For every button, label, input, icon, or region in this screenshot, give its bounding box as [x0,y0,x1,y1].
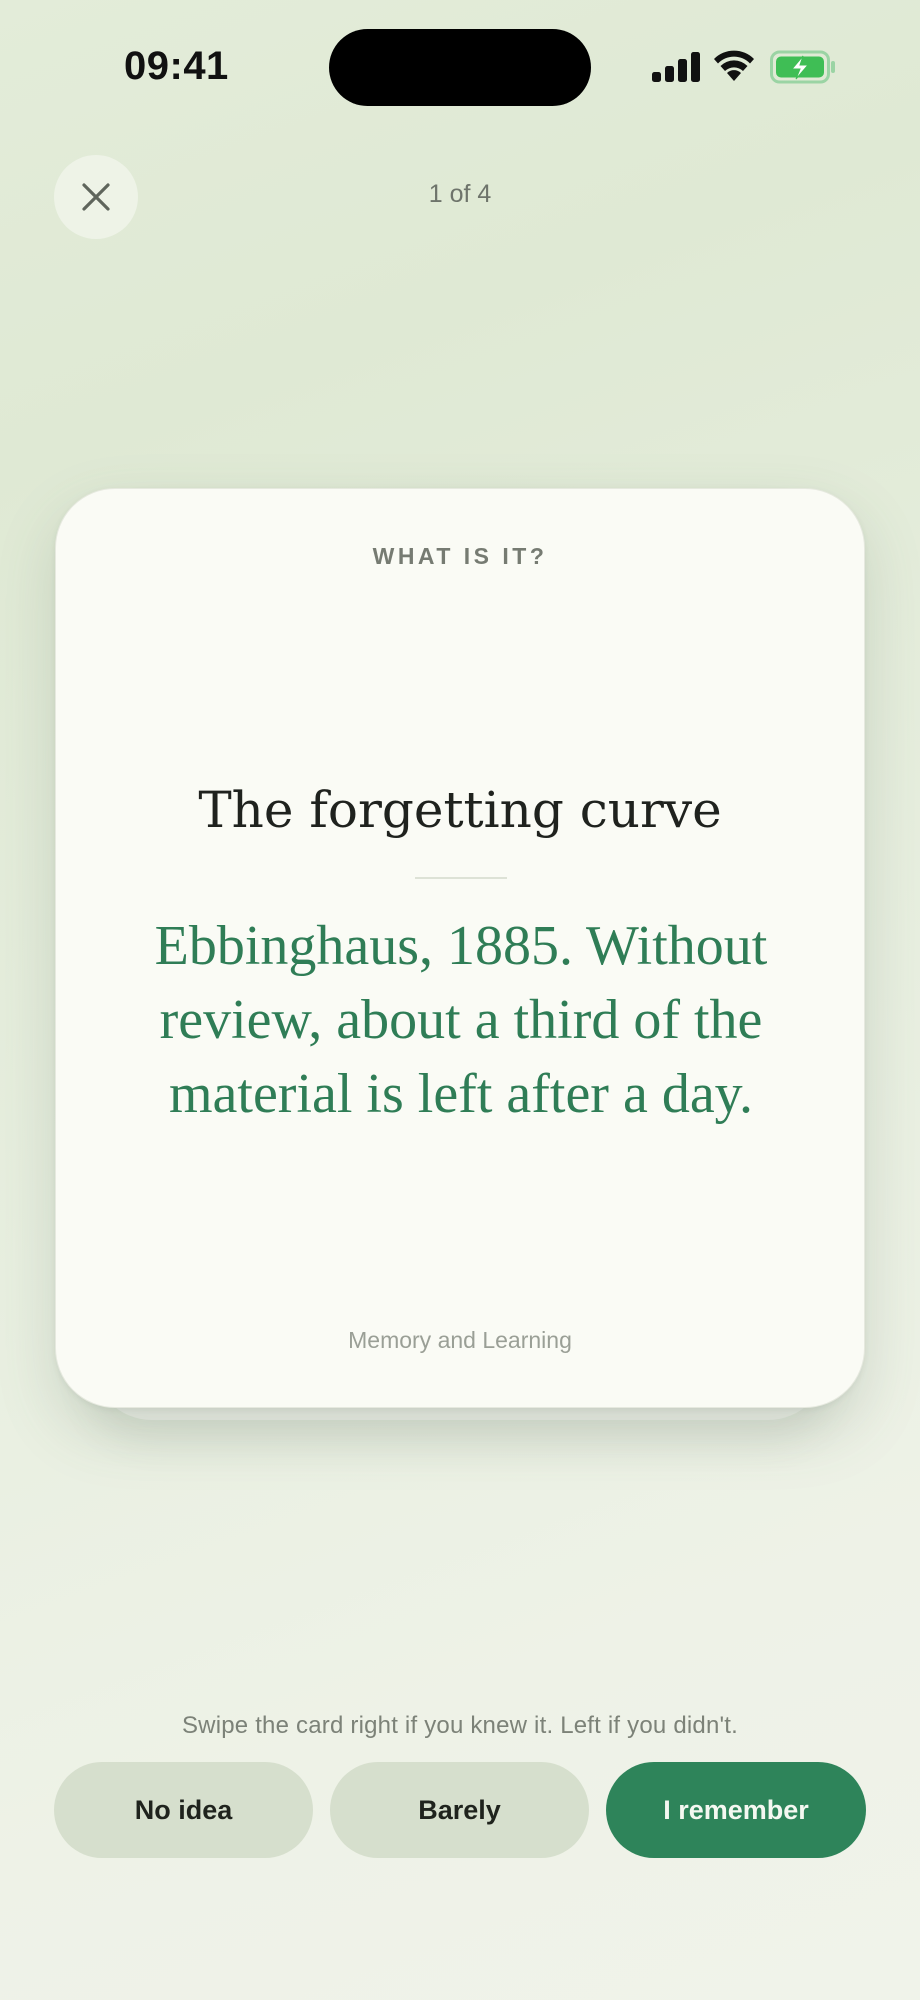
card-term: The forgetting curve [198,781,722,839]
wifi-icon [714,50,754,81]
close-icon [82,183,110,211]
close-button[interactable] [54,155,138,239]
card-divider [415,877,507,879]
no-idea-button[interactable]: No idea [54,1762,313,1858]
dynamic-island [329,29,591,106]
flashcard[interactable]: WHAT IS IT? The forgetting curve Ebbingh… [55,488,865,1408]
i-remember-button[interactable]: I remember [606,1762,866,1858]
status-bar: 09:41 [0,0,920,130]
battery-charging-icon [770,50,835,84]
card-answer: Ebbinghaus, 1885. Without review, about … [154,915,768,1125]
card-progress: 1 of 4 [428,180,492,208]
status-time: 09:41 [124,44,229,88]
barely-button[interactable]: Barely [330,1762,589,1858]
deck-name: Memory and Learning [348,1327,572,1353]
card-prompt-label: WHAT IS IT? [372,543,548,569]
swipe-hint: Swipe the card right if you knew it. Lef… [181,1712,739,1739]
cellular-signal-icon [652,52,700,82]
